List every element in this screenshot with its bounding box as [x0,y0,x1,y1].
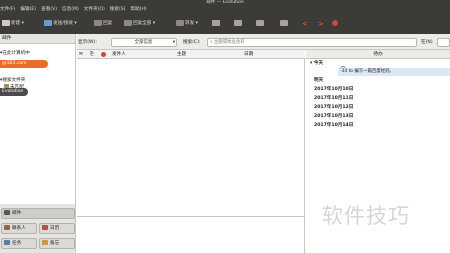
search-input[interactable]: ⌕ 主题或地址含有 [207,38,417,47]
todo-tomorrow[interactable]: 明天 [314,77,323,84]
menu-help[interactable]: 帮助(H) [130,6,146,14]
folder-search-folders[interactable]: ▾搜索文件夹 [0,77,25,84]
delete-button[interactable] [234,14,243,34]
preview-pane [77,216,305,253]
menu-bar: 文件(F) 编辑(E) 查看(V) 信息(M) 文件夹(O) 搜索(S) 帮助(H) [0,6,450,14]
scope-select[interactable] [437,38,450,47]
menu-folder[interactable]: 文件夹(O) [84,6,105,14]
send-receive-icon [44,19,52,26]
tasks-icon [4,240,10,245]
attachment-column-icon[interactable]: ⎘ [90,50,94,59]
message-list[interactable] [77,59,305,216]
todo-header: 待办 [306,50,450,59]
todo-task[interactable]: -34 to 编写一篇百度经验。 [338,68,450,76]
folder-tree: ▾在此计算机中 ▾搜索文件夹 未匹配 [0,44,76,204]
switcher-memos[interactable]: 备忘 [39,238,75,249]
message-list-header: ✉ ⎘ 发件人 主题 日期 [77,50,305,59]
search-label: 搜索(C): [183,40,201,45]
column-from[interactable]: 发件人 [112,50,126,59]
show-label: 显示(W): [78,40,97,45]
todo-date-row[interactable]: 2017年10月12日 [314,104,353,111]
todo-date-row[interactable]: 2017年10月14日 [314,122,353,129]
junk-button[interactable] [256,14,265,34]
mail-icon [4,210,10,215]
show-filter-select[interactable]: 全部信息 ▾ [111,38,177,47]
new-button[interactable]: 新建 ▾ [2,14,24,34]
chevron-right-icon: > [318,20,324,28]
previous-button[interactable]: < [302,14,308,34]
switcher-contacts[interactable]: 联系人 [1,223,37,234]
next-button[interactable]: > [318,14,324,34]
todo-date-row[interactable]: 2017年10月13日 [314,113,353,120]
window-title: 邮件 — Evolution [206,0,244,5]
calendar-icon [42,225,48,230]
forward-button[interactable]: 转发 ▾ [176,14,198,34]
send-receive-button[interactable]: 发送/接收 ▾ [44,14,77,34]
evolution-folder[interactable]: Evolution [0,88,28,96]
column-subject[interactable]: 主题 [177,50,186,59]
switcher-calendar[interactable]: 日历 [39,223,75,234]
junk-icon [256,19,264,26]
new-mail-icon [2,19,10,26]
archive-icon [280,19,288,26]
search-bar: 显示(W): 全部信息 ▾ 搜索(C): ⌕ 主题或地址含有 在(N) [77,34,450,50]
menu-edit[interactable]: 编辑(E) [20,6,36,14]
chevron-left-icon: < [302,20,308,28]
importance-column-icon[interactable] [101,52,106,57]
contacts-icon [4,225,10,230]
reply-all-button[interactable]: 回复全部 ▾ [124,14,155,34]
todo-date-row[interactable]: 2017年10月11日 [314,95,353,102]
chevron-down-icon: ▾ [172,40,175,45]
switcher-mail[interactable]: 邮件 [1,208,75,219]
print-button[interactable] [212,14,221,34]
component-switcher: 邮件 联系人 日历 任务 备忘 [0,204,76,253]
trash-icon [234,19,242,26]
todo-date-row[interactable]: 2017年10月10日 [314,86,353,93]
column-date[interactable]: 日期 [244,50,253,59]
menu-view[interactable]: 查看(V) [41,6,57,14]
folder-pane-header: 邮件 [0,34,76,44]
menu-file[interactable]: 文件(F) [0,6,15,14]
menu-search[interactable]: 搜索(S) [110,6,126,14]
flag-column-icon[interactable]: ✉ [79,50,83,59]
forward-icon [176,19,184,26]
watermark: 软件技巧 [322,204,410,228]
scope-label: 在(N) [421,40,433,45]
folder-on-this-computer[interactable]: ▾在此计算机中 [0,50,30,57]
menu-message[interactable]: 信息(M) [62,6,79,14]
todo-today[interactable]: ▾ 今天 [310,60,323,67]
switcher-tasks[interactable]: 任务 [1,238,37,249]
reply-all-icon [124,19,132,26]
evolution-window: 邮件 — Evolution 文件(F) 编辑(E) 查看(V) 信息(M) 文件夹(O… [0,0,450,253]
stop-button[interactable] [332,14,339,34]
toolbar: 新建 ▾ 发送/接收 ▾ 回复 回复全部 ▾ 转发 ▾ < > [0,14,450,34]
stop-icon [332,19,338,26]
reply-icon [94,19,102,26]
print-icon [212,19,220,26]
reply-button[interactable]: 回复 [94,14,112,34]
account-folder[interactable]: @163.com [0,60,48,68]
memos-icon [42,240,48,245]
archive-button[interactable] [280,14,289,34]
